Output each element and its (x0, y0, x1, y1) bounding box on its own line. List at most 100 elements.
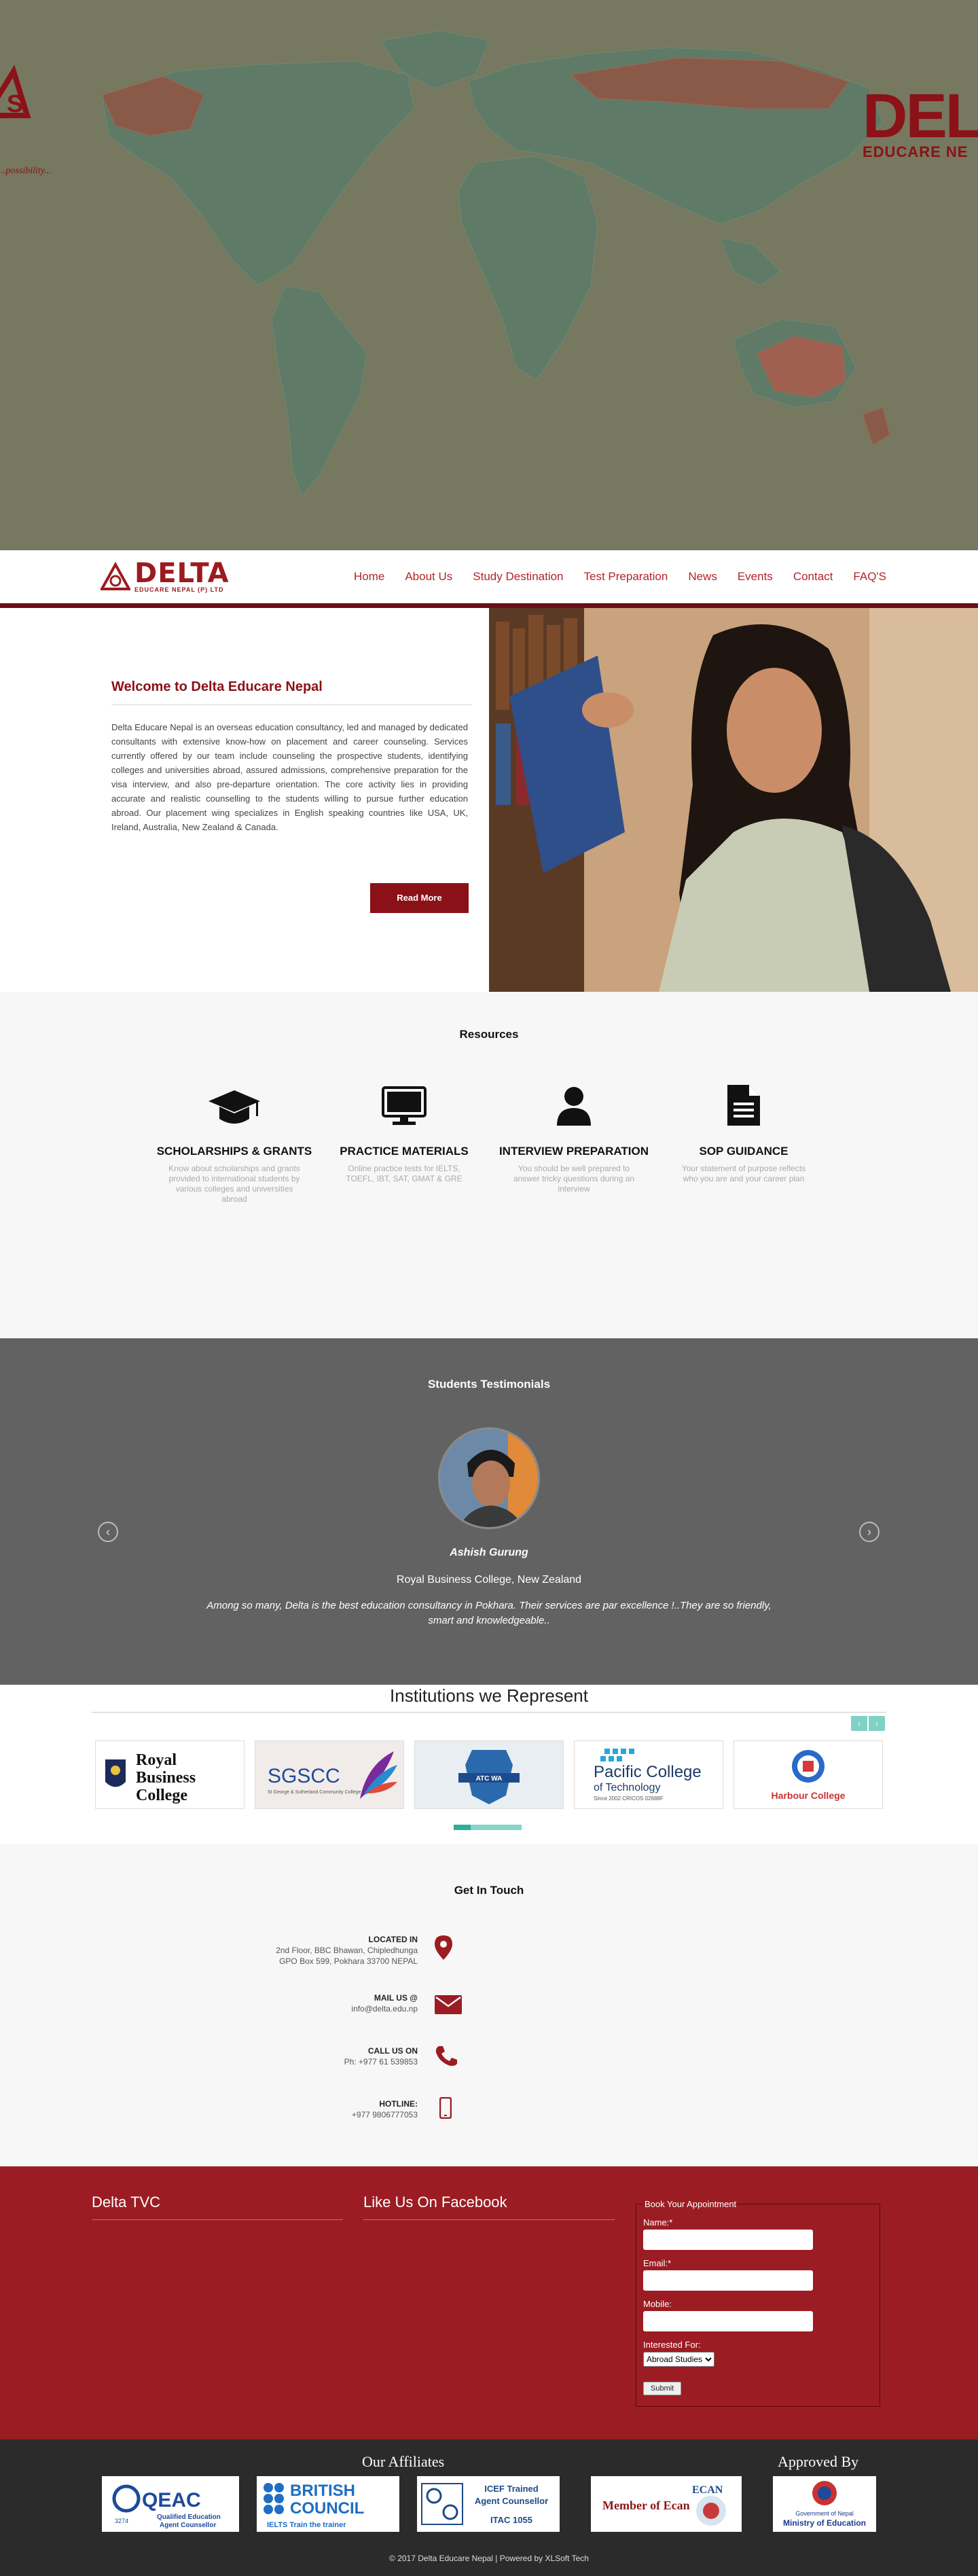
institution-sgscc[interactable]: SGSCC St George & Sutherland Community C… (255, 1740, 404, 1809)
welcome-section: Welcome to Delta Educare Nepal Delta Edu… (0, 608, 978, 992)
ministry-of-education-logo[interactable]: Government of Nepal Ministry of Educatio… (773, 2476, 876, 2532)
appointment-legend: Book Your Appointment (645, 2199, 737, 2209)
svg-text:Harbour College: Harbour College (772, 1790, 846, 1801)
approved-title: Approved By (778, 2453, 859, 2470)
divider (92, 2219, 343, 2220)
resource-title: INTERVIEW PREPARATION (499, 1145, 649, 1158)
svg-text:IELTS Train the trainer: IELTS Train the trainer (267, 2521, 346, 2529)
icef-logo[interactable]: ICEF Trained Agent Counsellor ITAC 1055 (417, 2476, 560, 2532)
nav-faqs[interactable]: FAQ'S (853, 570, 886, 584)
british-council-logo[interactable]: BRITISH COUNCIL IELTS Train the trainer (257, 2476, 399, 2532)
delta-logo-icon (101, 562, 130, 590)
institutions-title: Institutions we Represent (390, 1685, 588, 1706)
submit-button[interactable]: Submit (643, 2382, 682, 2395)
welcome-body: Delta Educare Nepal is an overseas educa… (111, 722, 468, 832)
svg-text:3274: 3274 (115, 2518, 128, 2524)
testimonial-school: Royal Business College, New Zealand (396, 1574, 582, 1586)
name-field[interactable] (643, 2230, 813, 2250)
mail-link[interactable]: info@delta.edu.np (351, 2004, 418, 2014)
site-logo[interactable]: DELTA EDUCARE NEPAL (P) LTD (101, 560, 230, 593)
contact-title: Get In Touch (454, 1884, 524, 1897)
svg-text:Business: Business (136, 1769, 196, 1787)
footer-affiliates: Our Affiliates Approved By QEAC 3274 Qua… (0, 2439, 978, 2576)
carousel-dot[interactable] (454, 1825, 471, 1830)
delta-tvc-title: Delta TVC (92, 2194, 161, 2211)
affiliates-title: Our Affiliates (362, 2453, 445, 2470)
carousel-prev-button[interactable]: ‹ (851, 1716, 867, 1731)
footer-main: Delta TVC Like Us On Facebook Book Your … (0, 2166, 978, 2439)
svg-text:Pacific College: Pacific College (594, 1763, 702, 1781)
resource-scholarships[interactable]: SCHOLARSHIPS & GRANTS Know about scholar… (149, 1084, 319, 1204)
svg-text:ITAC 1055: ITAC 1055 (490, 2515, 532, 2525)
facebook-title: Like Us On Facebook (363, 2194, 507, 2211)
mobile-field[interactable] (643, 2311, 813, 2331)
interested-select[interactable]: Abroad Studies (643, 2352, 714, 2367)
svg-text:BRITISH: BRITISH (290, 2482, 355, 2500)
carousel-dot[interactable] (505, 1825, 522, 1830)
interested-label: Interested For: (643, 2340, 701, 2350)
contact-mail: MAIL US @ info@delta.edu.np (351, 1993, 418, 2014)
resource-desc: Your statement of purpose reflects who y… (681, 1164, 806, 1183)
nav-events[interactable]: Events (738, 570, 773, 584)
world-map-image (101, 30, 890, 497)
nav-news[interactable]: News (688, 570, 717, 584)
svg-text:...possibility...: ...possibility... (0, 166, 52, 176)
email-field[interactable] (643, 2270, 813, 2291)
institution-atc-wa[interactable]: ATC WA (414, 1740, 564, 1809)
testimonial-next-button[interactable]: › (859, 1522, 880, 1542)
user-icon (489, 1084, 659, 1126)
nav-contact[interactable]: Contact (793, 570, 833, 584)
resource-sop-guidance[interactable]: SOP GUIDANCE Your statement of purpose r… (659, 1084, 829, 1204)
main-menu: Home About Us Study Destination Test Pre… (354, 570, 886, 584)
institution-harbour-college[interactable]: Harbour College (734, 1740, 883, 1809)
contact-location: LOCATED IN 2nd Floor, BBC Bhawan, Chiple… (276, 1935, 418, 1966)
testimonial-name: Ashish Gurung (450, 1547, 528, 1558)
welcome-text: Welcome to Delta Educare Nepal Delta Edu… (0, 608, 489, 992)
institutions-section: Institutions we Represent ‹ › Royal Busi… (0, 1685, 978, 1844)
copyright: © 2017 Delta Educare Nepal | Powered by … (389, 2554, 589, 2563)
divider (92, 1712, 886, 1713)
nav-home[interactable]: Home (354, 570, 384, 584)
contact-phone: CALL US ON Ph: +977 61 539853 (344, 2046, 418, 2067)
svg-text:Qualified Education: Qualified Education (157, 2514, 221, 2521)
nav-about-us[interactable]: About Us (405, 570, 452, 584)
carousel-dots (454, 1825, 522, 1830)
hero-brand-sub: EDUCARE NE (863, 143, 968, 160)
document-icon (659, 1084, 829, 1126)
svg-text:Ministry of Education: Ministry of Education (783, 2518, 866, 2528)
nav-test-preparation[interactable]: Test Preparation (584, 570, 668, 584)
carousel-dot[interactable] (488, 1825, 505, 1830)
welcome-title: Welcome to Delta Educare Nepal (111, 679, 472, 705)
svg-text:ECAN: ECAN (692, 2484, 723, 2496)
map-pin-icon (435, 1935, 452, 1960)
institution-royal-business-college[interactable]: Royal Business College (95, 1740, 244, 1809)
resource-practice-materials[interactable]: PRACTICE MATERIALS Online practice tests… (319, 1084, 489, 1204)
envelope-icon (435, 1995, 462, 2014)
carousel-dot[interactable] (471, 1825, 488, 1830)
resource-interview-preparation[interactable]: INTERVIEW PREPARATION You should be well… (489, 1084, 659, 1204)
phone-icon (435, 2046, 457, 2067)
name-label: Name:* (643, 2217, 673, 2228)
monitor-icon (319, 1084, 489, 1126)
hero-banner: S ...possibility... DEL EDUCARE NE (0, 0, 978, 550)
carousel-next-button[interactable]: › (869, 1716, 885, 1731)
nav-study-destination[interactable]: Study Destination (473, 570, 563, 584)
testimonial-prev-button[interactable]: ‹ (98, 1522, 118, 1542)
resources-section: Resources SCHOLARSHIPS & GRANTS Know abo… (0, 992, 978, 1338)
institution-pacific-college[interactable]: Pacific College of Technology Since 2002… (574, 1740, 723, 1809)
svg-text:ICEF Trained: ICEF Trained (484, 2484, 539, 2494)
qeac-logo[interactable]: QEAC 3274 Qualified Education Agent Coun… (102, 2476, 239, 2532)
graduation-cap-icon (149, 1084, 319, 1126)
ecan-logo[interactable]: Member of Ecan ECAN (591, 2476, 742, 2532)
svg-text:S: S (7, 90, 23, 118)
read-more-button[interactable]: Read More (370, 883, 469, 913)
svg-text:QEAC: QEAC (142, 2489, 201, 2511)
avatar (438, 1427, 540, 1529)
svg-text:ATC WA: ATC WA (476, 1775, 503, 1783)
logo-sub: EDUCARE NEPAL (P) LTD (134, 586, 224, 593)
resource-desc: You should be well prepared to answer tr… (513, 1164, 635, 1194)
testimonial-quote: Among so many, Delta is the best educati… (206, 1600, 772, 1626)
navbar: DELTA EDUCARE NEPAL (P) LTD Home About U… (0, 550, 978, 608)
divider (363, 2219, 615, 2220)
svg-text:Royal: Royal (136, 1751, 177, 1769)
